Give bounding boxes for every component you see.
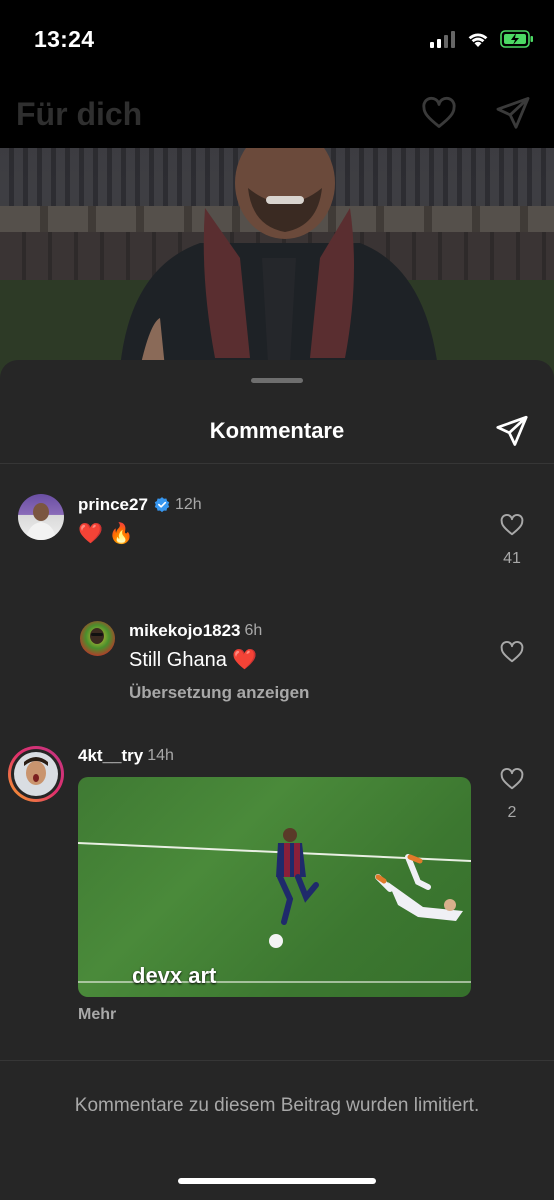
person-figure: [120, 148, 438, 368]
sheet-title: Kommentare: [209, 418, 345, 443]
avatar: [14, 752, 58, 796]
post-photo: [0, 148, 554, 388]
comment-username[interactable]: prince27: [78, 495, 148, 515]
gif-caption: devx art: [132, 963, 217, 988]
comment-username[interactable]: 4kt__try: [78, 746, 143, 766]
status-bar: 13:24: [0, 0, 554, 82]
like-heart-icon[interactable]: [499, 766, 525, 792]
sheet-grabber[interactable]: [251, 378, 303, 383]
wifi-icon: [468, 33, 488, 47]
status-time: 13:24: [34, 26, 95, 52]
comment-time: 14h: [147, 747, 174, 764]
translate-link[interactable]: Übersetzung anzeigen: [129, 683, 309, 703]
heart-icon[interactable]: [420, 94, 458, 132]
home-indicator[interactable]: [178, 1178, 376, 1184]
divider: [0, 1060, 554, 1061]
avatar-story-ring[interactable]: [8, 746, 64, 802]
reply-username[interactable]: mikekojo1823: [129, 621, 241, 641]
like-count: 41: [503, 550, 521, 567]
feed-header: Für dich: [0, 82, 554, 148]
comments-sheet: Kommentare prince27 12h ❤️ 🔥 41 mikekojo…: [0, 360, 554, 1200]
reply-time: 6h: [244, 622, 263, 639]
comment-gif[interactable]: devx art: [78, 777, 471, 997]
send-icon[interactable]: [494, 94, 532, 132]
comment-time: 12h: [174, 496, 202, 513]
like-heart-icon[interactable]: [499, 639, 525, 665]
comments-limited-note: Kommentare zu diesem Beitrag wurden limi…: [74, 1095, 480, 1116]
like-count: 2: [507, 804, 517, 821]
share-send-icon[interactable]: [494, 413, 530, 449]
divider: [0, 463, 554, 464]
signal-icon: [430, 31, 455, 48]
more-link[interactable]: Mehr: [78, 1006, 116, 1024]
reply-text: Still Ghana ❤️: [129, 649, 258, 671]
battery-charging-icon: [500, 30, 533, 48]
page-title[interactable]: Für dich: [16, 96, 142, 133]
comment-text: ❤️ 🔥: [78, 523, 134, 545]
like-heart-icon[interactable]: [499, 512, 525, 538]
verified-badge-icon: [154, 497, 170, 513]
status-icons: [430, 30, 534, 48]
avatar[interactable]: [80, 621, 115, 656]
avatar[interactable]: [18, 494, 64, 540]
